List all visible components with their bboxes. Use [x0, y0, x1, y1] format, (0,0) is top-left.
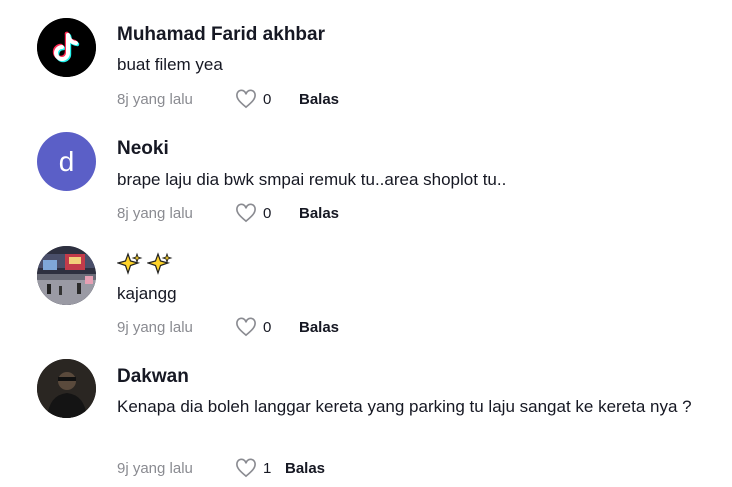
- sparkles-icon: [117, 252, 143, 275]
- street-photo-image: [37, 246, 96, 305]
- comment-time: 9j yang lalu: [117, 459, 193, 477]
- comment-time: 8j yang lalu: [117, 204, 193, 222]
- comment-author[interactable]: Dakwan: [117, 366, 189, 388]
- comment-author[interactable]: Neoki: [117, 138, 169, 160]
- avatar[interactable]: [37, 18, 96, 77]
- comment-time: 8j yang lalu: [117, 90, 193, 108]
- heart-icon: [236, 317, 256, 337]
- like-button[interactable]: 0: [235, 317, 299, 337]
- comment-meta: 8j yang lalu 0 Balas: [117, 202, 339, 224]
- avatar-letter: d: [58, 146, 75, 177]
- comment-text: buat filem yea: [117, 55, 223, 74]
- sparkles-icon: [147, 252, 173, 275]
- comment-author-emoji[interactable]: [117, 252, 173, 276]
- avatar[interactable]: [37, 246, 96, 305]
- comment-text: brape laju dia bwk smpai remuk tu..area …: [117, 170, 507, 189]
- heart-icon: [236, 89, 256, 109]
- like-count: 0: [263, 90, 272, 108]
- comment-meta: 8j yang lalu 0 Balas: [117, 88, 339, 110]
- avatar[interactable]: [37, 359, 96, 418]
- like-count: 0: [263, 318, 272, 336]
- comment-meta: 9j yang lalu 1 Balas: [117, 457, 325, 479]
- reply-button[interactable]: Balas: [299, 319, 339, 336]
- heart-icon: [236, 203, 256, 223]
- tiktok-logo-icon: [37, 18, 96, 77]
- like-button[interactable]: 1: [235, 458, 285, 478]
- person-photo-image: [37, 359, 96, 418]
- like-button[interactable]: 0: [235, 203, 299, 223]
- comment-time: 9j yang lalu: [117, 318, 193, 336]
- comment-text: Kenapa dia boleh langgar kereta yang par…: [117, 397, 692, 416]
- reply-button[interactable]: Balas: [299, 205, 339, 222]
- like-count: 1: [263, 459, 272, 477]
- comment-author[interactable]: Muhamad Farid akhbar: [117, 24, 325, 46]
- reply-button[interactable]: Balas: [285, 460, 325, 477]
- avatar[interactable]: d: [37, 132, 96, 191]
- reply-button[interactable]: Balas: [299, 91, 339, 108]
- heart-icon: [236, 458, 256, 478]
- comment-text: kajangg: [117, 284, 177, 303]
- like-count: 0: [263, 204, 272, 222]
- like-button[interactable]: 0: [235, 89, 299, 109]
- comment-meta: 9j yang lalu 0 Balas: [117, 316, 339, 338]
